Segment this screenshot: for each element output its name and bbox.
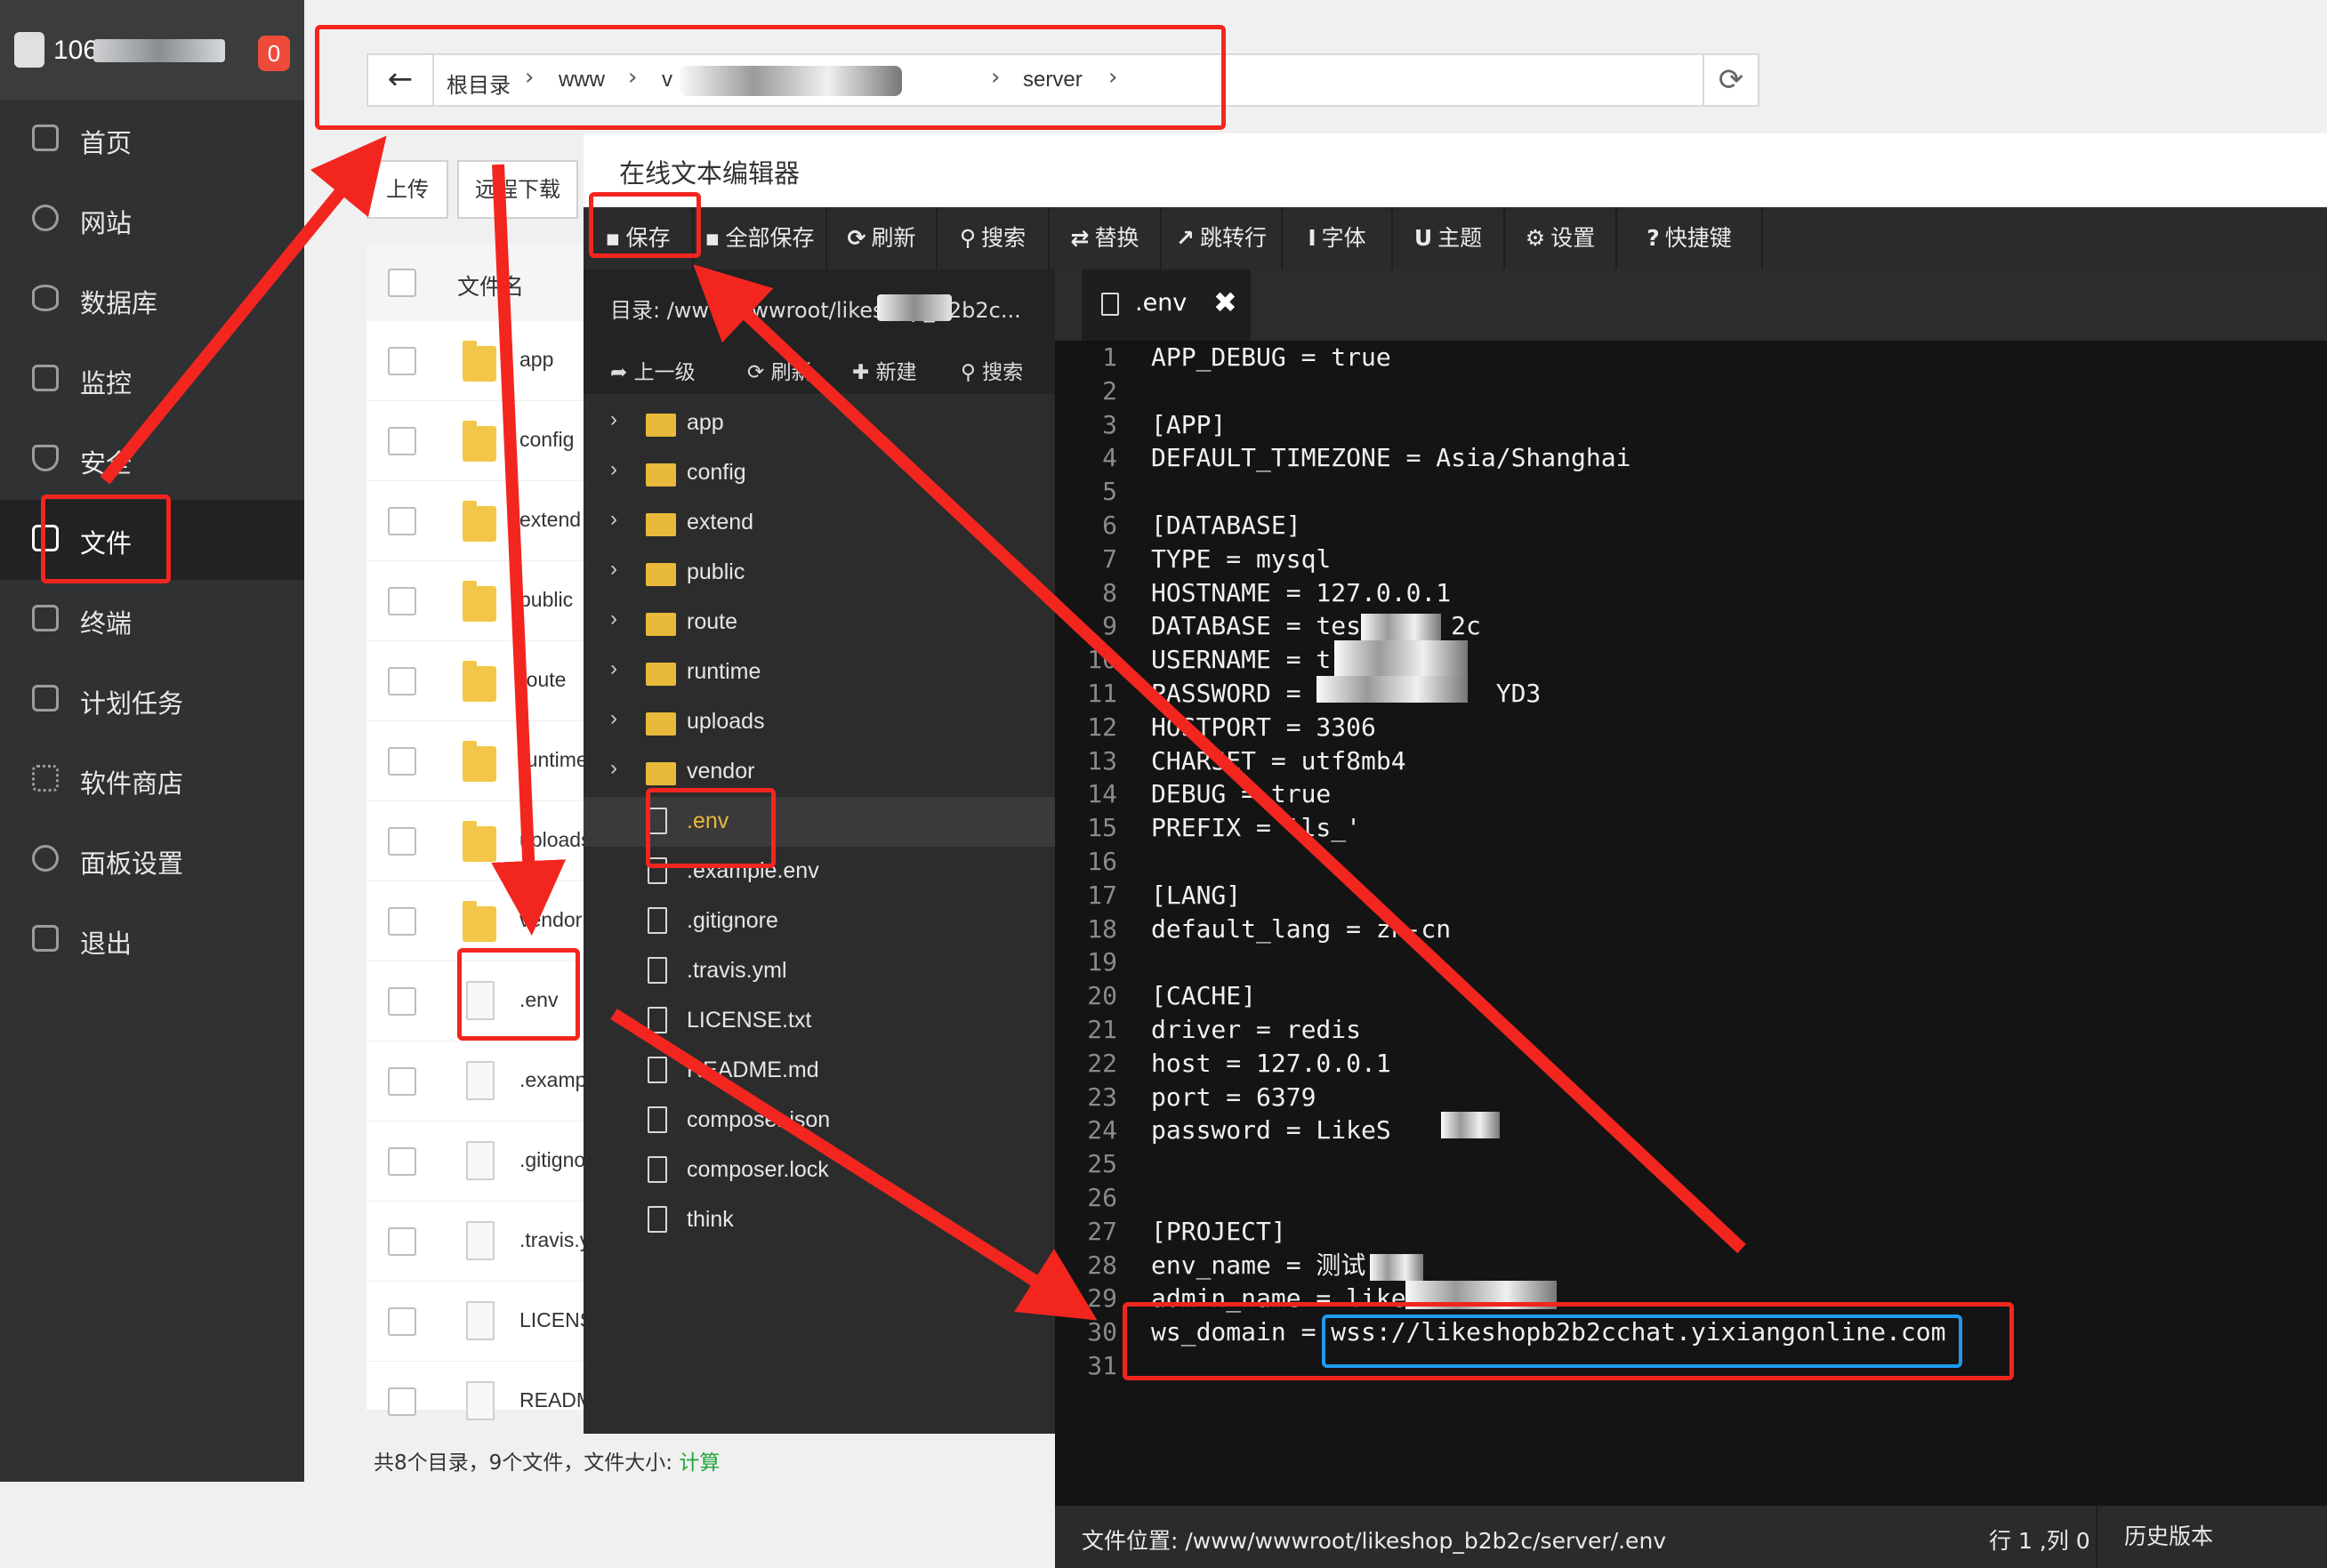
cursor-position: 行 1 ,列 0 [1989,1528,2090,1554]
arrow-domain-to-save [693,264,1746,1254]
history-versions-button[interactable]: 历史版本 [2096,1506,2213,1568]
arrow-list-to-env [491,164,567,936]
editor-status-bar: 文件位置: /www/wwwroot/likeshop_b2b2c/server… [1055,1506,2327,1568]
arrow-files-to-path [100,135,387,485]
arrow-env-to-domain [610,1009,1098,1321]
annotation-arrows [100,135,1746,1321]
file-location: 文件位置: /www/wwwroot/likeshop_b2b2c/server… [1082,1528,1667,1554]
